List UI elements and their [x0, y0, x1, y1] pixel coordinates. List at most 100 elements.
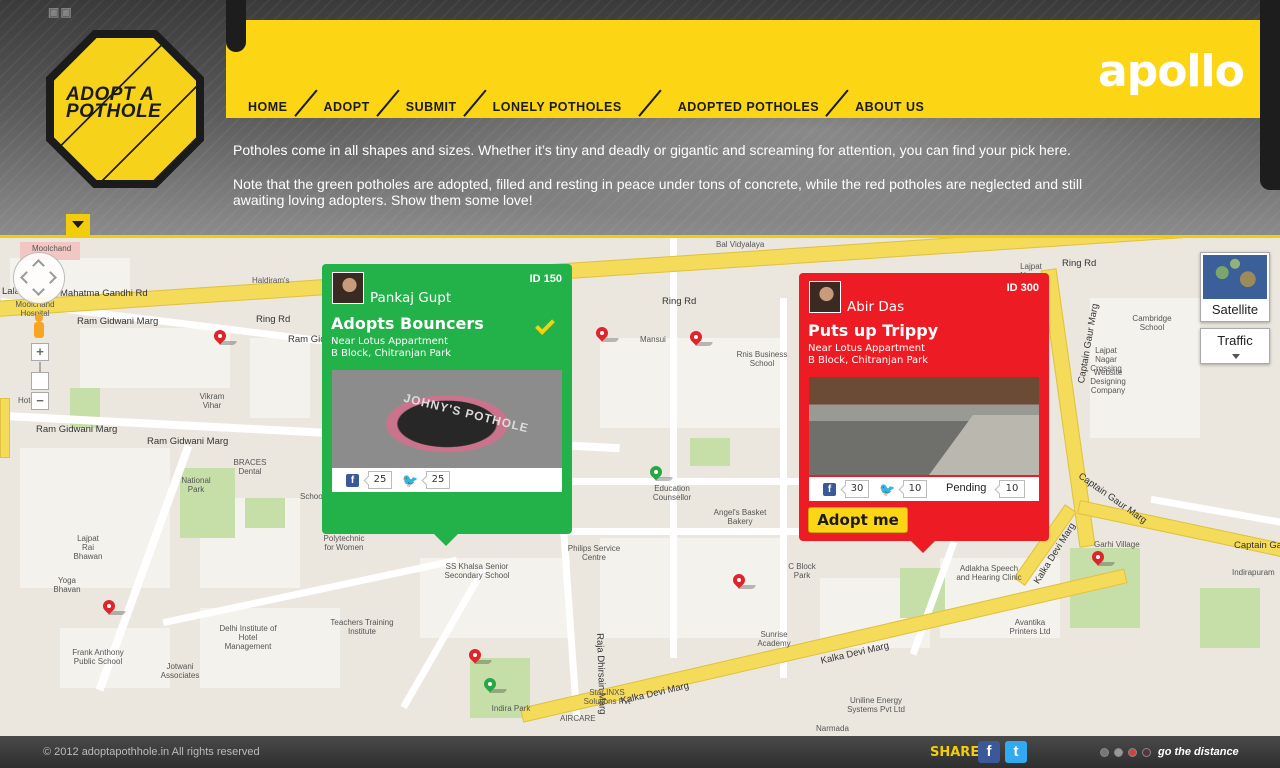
pothole-popup-adopted: Pankaj Gupt ID 150 Adopts Bouncers Near …: [322, 264, 572, 546]
pothole-address-line2: B Block, Chitranjan Park: [808, 355, 929, 366]
adopt-a-pothole-logo[interactable]: ADOPT A POTHOLE: [46, 30, 204, 188]
place-label: Vikram Vihar: [199, 392, 225, 410]
pothole-map[interactable]: Mahatma Gandhi Rd Ram Gidwani Marg Ring …: [0, 238, 1280, 736]
place-label: Uniline Energy Systems Pvt Ltd: [847, 696, 905, 714]
road-label: Captain Gaur Marg: [1234, 540, 1280, 551]
apollo-dot-icon: [1142, 748, 1151, 757]
place-label: Bal Vidyalaya: [716, 240, 765, 249]
pothole-photo[interactable]: JOHNY'S POTHOLE: [332, 370, 562, 468]
road-label: Ring Rd: [662, 296, 697, 307]
place-label: Lajpat Rai Bhawan: [73, 534, 103, 561]
twitter-icon[interactable]: 🐦: [402, 474, 418, 487]
pending-label: Pending: [946, 482, 987, 494]
place-label: Mansui: [640, 335, 666, 344]
facebook-icon[interactable]: f: [346, 474, 359, 487]
zoom-slider-handle[interactable]: [31, 372, 49, 390]
satellite-view-button[interactable]: Satellite: [1200, 252, 1270, 322]
nav-adopt[interactable]: ADOPT: [324, 100, 370, 114]
zoom-in-button[interactable]: +: [31, 343, 49, 361]
road-label: Ram Gidwani Marg: [77, 316, 159, 327]
nav-submit[interactable]: SUBMIT: [406, 100, 457, 114]
user-avatar[interactable]: [332, 272, 364, 304]
nav-lonely-potholes[interactable]: LONELY POTHOLES: [493, 100, 622, 114]
map-road-yellow: [0, 398, 10, 458]
pan-left-icon[interactable]: [20, 271, 33, 284]
user-name[interactable]: Abir Das: [847, 299, 904, 315]
intro-paragraph-2: Note that the green potholes are adopted…: [233, 176, 1083, 208]
traffic-layer-dropdown[interactable]: Traffic: [1200, 328, 1270, 364]
pan-down-icon[interactable]: [32, 283, 45, 296]
place-label: SS Khalsa Senior Secondary School: [444, 562, 510, 580]
satellite-label: Satellite: [1211, 302, 1259, 317]
pothole-pin-red[interactable]: [687, 328, 714, 347]
nav-about-us[interactable]: ABOUT US: [855, 100, 924, 114]
nav-adopted-potholes[interactable]: ADOPTED POTHOLES: [678, 100, 819, 114]
photo-graffiti-text: JOHNY'S POTHOLE: [402, 390, 531, 436]
pothole-pin-red[interactable]: [593, 324, 620, 343]
pothole-title: Adopts Bouncers: [331, 314, 484, 333]
popup-pointer: [434, 534, 458, 546]
place-label: School: [300, 492, 325, 501]
road-label: Ram Gidwani Marg: [36, 424, 118, 435]
place-label: C Block Park: [788, 562, 816, 580]
ring-road: [0, 238, 1279, 318]
share-label: SHARE: [930, 745, 980, 760]
nav-bar-edge: [1260, 0, 1280, 190]
nav-home[interactable]: HOME: [248, 100, 288, 114]
road-label: Ram Gidwani Marg: [147, 436, 229, 447]
place-label: AIRCARE: [560, 714, 596, 723]
share-row: f 25 🐦 25: [332, 468, 562, 492]
user-avatar[interactable]: [809, 281, 841, 313]
pothole-pin-red[interactable]: [730, 571, 757, 590]
pothole-pin-green[interactable]: [647, 463, 674, 482]
twitter-count: 25: [426, 471, 450, 489]
place-label: Delhi Institute of Hotel Management: [219, 624, 277, 651]
map-park: [1200, 588, 1260, 648]
site-header: ▣▣ ADOPT A POTHOLE HOME ADOPT SUBMIT LON…: [0, 0, 1280, 238]
pothole-address-line2: B Block, Chitranjan Park: [331, 348, 452, 359]
pothole-pin-red[interactable]: [211, 327, 238, 346]
facebook-count: 30: [845, 480, 869, 498]
place-label: Angel's Basket Bakery: [713, 508, 767, 526]
header-toggle-button[interactable]: [66, 214, 90, 236]
place-label: Star INXS Solutions Pvt: [583, 688, 631, 706]
map-block: [80, 328, 230, 388]
apollo-logo[interactable]: apollo: [1098, 50, 1245, 94]
twitter-share-icon[interactable]: t: [1005, 741, 1027, 763]
place-label: Jotwani Associates: [160, 662, 200, 680]
pothole-title: Puts up Trippy: [808, 321, 939, 340]
pothole-pin-red[interactable]: [1089, 548, 1116, 567]
adopt-me-button[interactable]: Adopt me: [808, 507, 908, 533]
pothole-pin-red[interactable]: [100, 597, 127, 616]
pan-right-icon[interactable]: [44, 271, 57, 284]
place-label: Frank Anthony Public School: [72, 648, 124, 666]
pan-up-icon[interactable]: [32, 259, 45, 272]
place-label: Philips Service Centre: [567, 544, 621, 562]
twitter-count: 10: [903, 480, 927, 498]
zoom-out-button[interactable]: −: [31, 392, 49, 410]
main-nav: HOME ADOPT SUBMIT LONELY POTHOLES ADOPTE…: [248, 93, 924, 121]
pothole-pin-green[interactable]: [481, 675, 508, 694]
map-pan-control[interactable]: [13, 252, 65, 304]
facebook-icon[interactable]: f: [823, 483, 836, 496]
pothole-address-line1: Near Lotus Appartment: [331, 336, 449, 347]
pending-count: 10: [999, 480, 1025, 498]
place-label: National Park: [181, 476, 211, 494]
site-footer: © 2012 adoptapothhole.in All rights rese…: [0, 736, 1280, 768]
twitter-icon[interactable]: 🐦: [879, 483, 895, 496]
share-row: f 30 🐦 10 Pending 10: [809, 477, 1039, 501]
place-label: Yoga Bhavan: [53, 576, 81, 594]
apollo-dot-icon: [1100, 748, 1109, 757]
street-view-pegman-icon[interactable]: [32, 314, 46, 338]
popup-pointer: [911, 541, 935, 553]
intro-paragraph-1: Potholes come in all shapes and sizes. W…: [233, 142, 1071, 158]
tagline: go the distance: [1158, 746, 1239, 758]
pothole-photo[interactable]: [809, 377, 1039, 475]
pothole-pin-red[interactable]: [466, 646, 493, 665]
pothole-id: ID 150: [529, 273, 562, 285]
facebook-share-icon[interactable]: f: [978, 741, 1000, 763]
place-label: Cambridge School: [1132, 314, 1172, 332]
user-name[interactable]: Pankaj Gupt: [370, 290, 451, 306]
map-road: [560, 528, 820, 535]
corner-mark: ▣▣: [48, 5, 73, 19]
